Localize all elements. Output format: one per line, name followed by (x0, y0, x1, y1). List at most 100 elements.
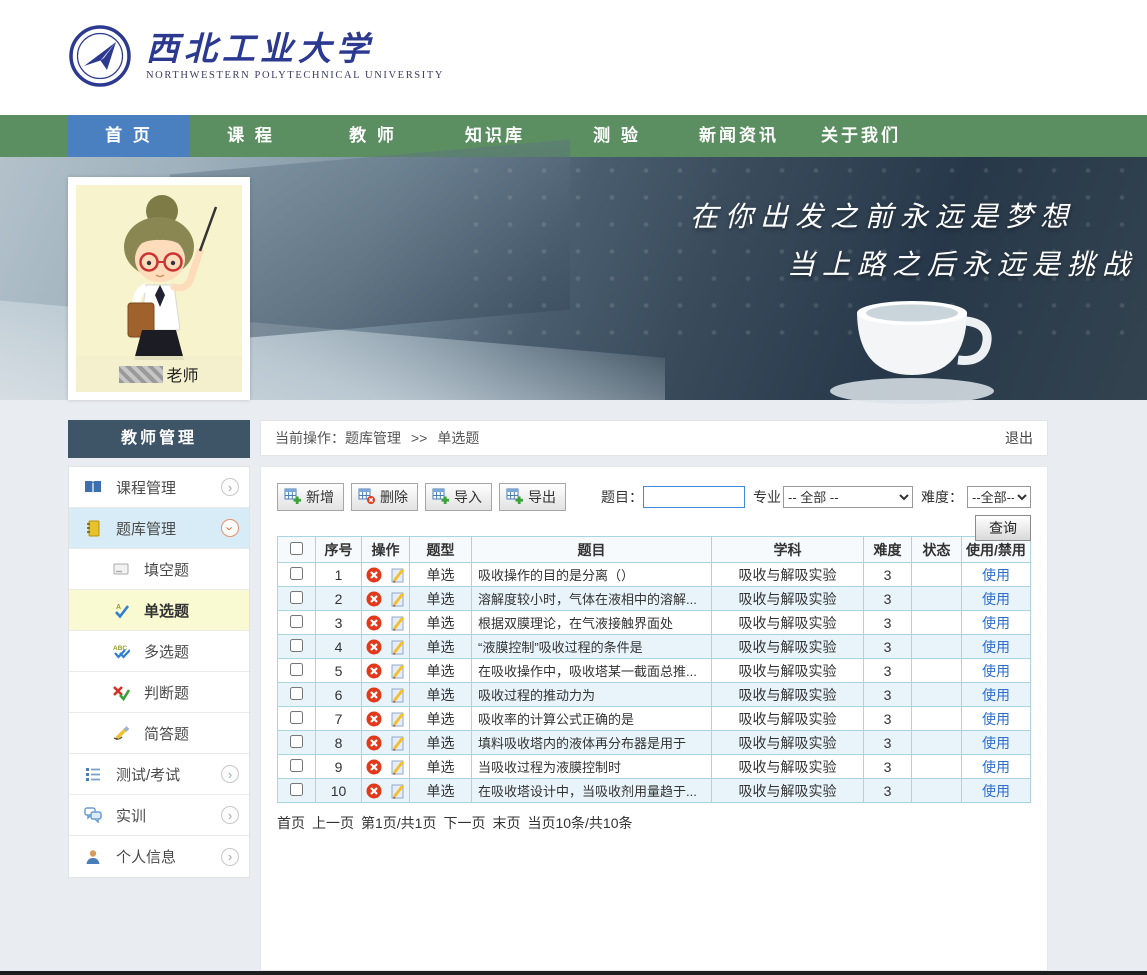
delete-row-icon[interactable] (366, 663, 382, 679)
logout-button[interactable]: 退出 (1005, 428, 1033, 448)
pagination-link[interactable]: 下一页 (443, 815, 485, 831)
table-delete-icon (358, 487, 375, 507)
pen-icon (111, 724, 131, 742)
query-row: 查询 (277, 515, 1031, 541)
usage-toggle-link[interactable]: 使用 (982, 783, 1010, 799)
edit-row-icon[interactable] (390, 783, 406, 799)
usage-cell: 使用 (962, 755, 1031, 779)
edit-row-icon[interactable] (390, 591, 406, 607)
usage-toggle-link[interactable]: 使用 (982, 759, 1010, 775)
delete-row-icon[interactable] (366, 783, 382, 799)
pagination-link[interactable]: 上一页 (312, 815, 354, 831)
sidebar-item-multi-choice[interactable]: ABC 多选题 (69, 631, 249, 672)
nav-item-news[interactable]: 新闻资讯 (678, 115, 800, 157)
table-import-icon (432, 487, 449, 507)
logo-title: 西北工业大学 (146, 31, 444, 67)
import-button[interactable]: 导入 (425, 483, 492, 511)
edit-row-icon[interactable] (390, 759, 406, 775)
sidebar-item-true-false[interactable]: 判断题 (69, 672, 249, 713)
pagination-link[interactable]: 末页 (492, 815, 520, 831)
edit-row-icon[interactable] (390, 711, 406, 727)
row-checkbox[interactable] (290, 711, 303, 724)
edit-row-icon[interactable] (390, 615, 406, 631)
question-title[interactable]: 吸收率的计算公式正确的是 (472, 707, 712, 731)
delete-row-icon[interactable] (366, 687, 382, 703)
export-button[interactable]: 导出 (499, 483, 566, 511)
question-status (912, 587, 962, 611)
delete-row-icon[interactable] (366, 615, 382, 631)
sidebar-item-single-choice[interactable]: A 单选题 (69, 590, 249, 631)
nav-item-teachers[interactable]: 教 师 (312, 115, 434, 157)
delete-button[interactable]: 删除 (351, 483, 418, 511)
sidebar-item-fill-blank[interactable]: 填空题 (69, 549, 249, 590)
sidebar-item-tests-exams[interactable]: 测试/考试 › (69, 754, 249, 795)
question-title[interactable]: 当吸收过程为液膜控制时 (472, 755, 712, 779)
question-status (912, 707, 962, 731)
usage-toggle-link[interactable]: 使用 (982, 711, 1010, 727)
question-title[interactable]: 在吸收塔设计中，当吸收剂用量趋于... (472, 779, 712, 803)
row-checkbox[interactable] (290, 567, 303, 580)
question-title[interactable]: 吸收过程的推动力为 (472, 683, 712, 707)
edit-row-icon[interactable] (390, 663, 406, 679)
row-checkbox[interactable] (290, 591, 303, 604)
usage-toggle-link[interactable]: 使用 (982, 591, 1010, 607)
sidebar-item-label: 个人信息 (116, 846, 176, 867)
usage-toggle-link[interactable]: 使用 (982, 735, 1010, 751)
sidebar-item-course-management[interactable]: 课程管理 › (69, 467, 249, 508)
question-title[interactable]: 填料吸收塔内的液体再分布器是用于 (472, 731, 712, 755)
usage-toggle-link[interactable]: 使用 (982, 663, 1010, 679)
row-checkbox[interactable] (290, 663, 303, 676)
nav-item-courses[interactable]: 课 程 (190, 115, 312, 157)
row-checkbox[interactable] (290, 735, 303, 748)
multi-choice-icon: ABC (111, 642, 131, 660)
row-actions (362, 779, 410, 803)
question-type: 单选 (410, 683, 472, 707)
question-title[interactable]: 吸收操作的目的是分离（） (472, 563, 712, 587)
question-title[interactable]: 在吸收操作中，吸收塔某一截面总推... (472, 659, 712, 683)
question-title[interactable]: 根据双膜理论，在气液接触界面处 (472, 611, 712, 635)
sidebar-item-practical-training[interactable]: 实训 › (69, 795, 249, 836)
delete-row-icon[interactable] (366, 591, 382, 607)
nav-item-home[interactable]: 首 页 (68, 115, 190, 157)
usage-cell: 使用 (962, 587, 1031, 611)
add-button-label: 新增 (306, 487, 334, 507)
row-checkbox[interactable] (290, 687, 303, 700)
question-subject: 吸收与解吸实验 (712, 635, 864, 659)
nav-item-tests[interactable]: 测 验 (556, 115, 678, 157)
usage-toggle-link[interactable]: 使用 (982, 639, 1010, 655)
difficulty-filter-select[interactable]: --全部-- (967, 486, 1031, 508)
query-button[interactable]: 查询 (975, 515, 1031, 541)
question-title[interactable]: 溶解度较小时，气体在液相中的溶解... (472, 587, 712, 611)
question-filter-input[interactable] (643, 486, 745, 508)
sidebar-item-label: 题库管理 (116, 518, 176, 539)
delete-row-icon[interactable] (366, 759, 382, 775)
row-checkbox[interactable] (290, 759, 303, 772)
major-filter-select[interactable]: -- 全部 -- (783, 486, 913, 508)
delete-row-icon[interactable] (366, 735, 382, 751)
delete-row-icon[interactable] (366, 567, 382, 583)
question-difficulty: 3 (864, 635, 912, 659)
edit-row-icon[interactable] (390, 687, 406, 703)
select-all-checkbox[interactable] (290, 542, 303, 555)
nav-item-about[interactable]: 关于我们 (800, 115, 922, 157)
question-title[interactable]: “液膜控制”吸收过程的条件是 (472, 635, 712, 659)
add-button[interactable]: 新增 (277, 483, 344, 511)
pagination-link[interactable]: 首页 (277, 815, 305, 831)
question-type: 单选 (410, 779, 472, 803)
usage-toggle-link[interactable]: 使用 (982, 615, 1010, 631)
sidebar-item-question-bank[interactable]: 题库管理 › (69, 508, 249, 549)
edit-row-icon[interactable] (390, 639, 406, 655)
edit-row-icon[interactable] (390, 567, 406, 583)
chevron-right-icon: › (221, 806, 239, 824)
row-actions (362, 683, 410, 707)
edit-row-icon[interactable] (390, 735, 406, 751)
usage-toggle-link[interactable]: 使用 (982, 567, 1010, 583)
row-checkbox[interactable] (290, 639, 303, 652)
row-checkbox[interactable] (290, 783, 303, 796)
row-checkbox[interactable] (290, 615, 303, 628)
delete-row-icon[interactable] (366, 639, 382, 655)
sidebar-item-personal-info[interactable]: 个人信息 › (69, 836, 249, 877)
sidebar-item-short-answer[interactable]: 简答题 (69, 713, 249, 754)
delete-row-icon[interactable] (366, 711, 382, 727)
usage-toggle-link[interactable]: 使用 (982, 687, 1010, 703)
